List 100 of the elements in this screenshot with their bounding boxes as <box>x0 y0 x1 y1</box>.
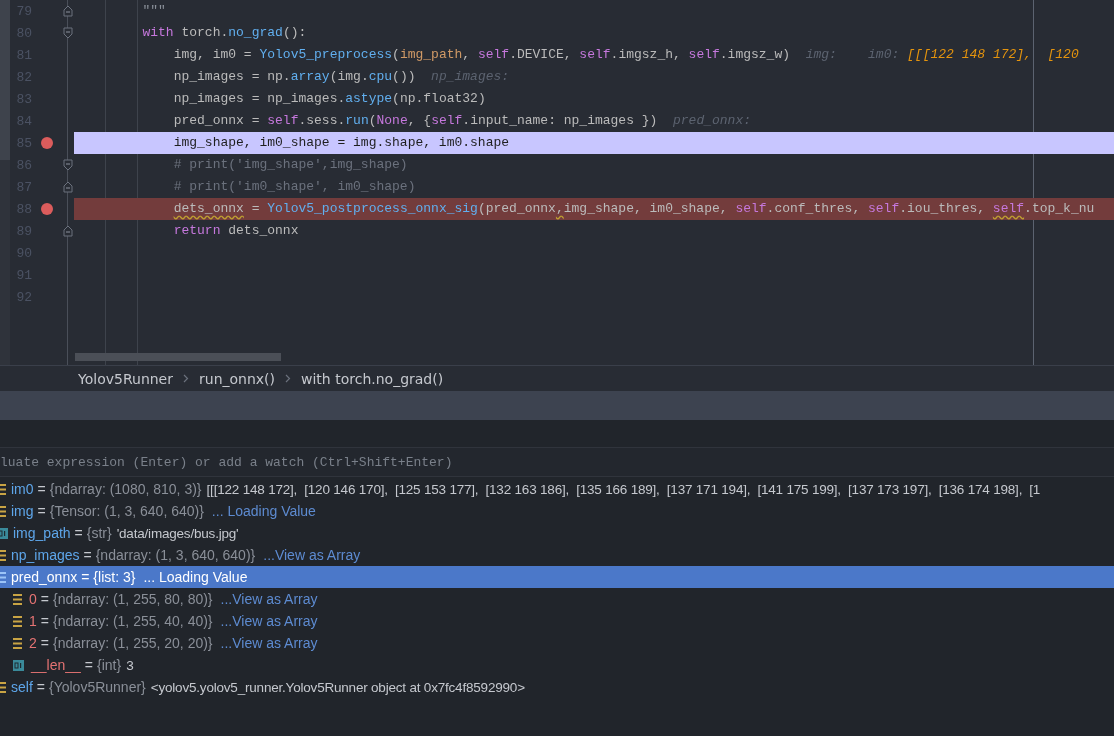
fold-icon[interactable] <box>63 159 73 171</box>
variable-value: 'data/images/bus.jpg' <box>116 525 239 541</box>
equals-sign: = <box>36 679 45 695</box>
inline-value-label: np_images: <box>431 69 510 84</box>
value-link[interactable]: ...View as Array <box>220 591 318 607</box>
code-text: .sess. <box>298 113 346 128</box>
chevron-icon <box>285 374 292 383</box>
tree-row[interactable]: self = {Yolov5Runner} <yolov5.yolov5_runner.Yolov5Runner object at 0x7fc4f8592990> <box>0 676 1114 698</box>
function-name: array <box>290 69 330 84</box>
code-text: .imgsz_h, <box>610 47 682 62</box>
scrollbar-thumb[interactable] <box>75 353 281 361</box>
code-text: .DEVICE, <box>509 47 573 62</box>
tree-row[interactable]: im0 = {ndarray: (1080, 810, 3)} [[[122 148 172], [120 146 170], [125 153 177], [132 163 186], [135 166 189], [137 171 194], [141 175 199], [137 173 197], [136 174 198], [1 <box>0 478 1114 500</box>
value-link[interactable]: ...View as Array <box>263 547 361 563</box>
tree-row[interactable]: 2 = {ndarray: (1, 255, 20, 20)} ...View as Array <box>0 632 1114 654</box>
code-text: , <box>555 201 564 216</box>
code-text: img, im0 = <box>173 47 253 62</box>
breakpoint-icon[interactable] <box>41 203 53 215</box>
code-text: .top_k_nu <box>1024 201 1095 216</box>
variable-type: {ndarray: (1080, 810, 3)} <box>49 481 202 497</box>
value-link[interactable]: ...View as Array <box>220 613 318 629</box>
tree-row[interactable]: img = {Tensor: (1, 3, 640, 640)} ... Loading Value <box>0 500 1114 522</box>
self-keyword: self <box>735 201 767 216</box>
code-text: (img. <box>329 69 369 84</box>
inline-value: [[[122 148 172], [120 <box>907 47 1079 62</box>
inline-value-label: im0: <box>868 47 900 62</box>
function-name: Yolov5_postprocess_onnx_sig <box>267 201 478 216</box>
docstring-quote: """ <box>142 3 166 18</box>
tree-row[interactable]: np_images = {ndarray: (1, 3, 640, 640)} ...View as Array <box>0 544 1114 566</box>
tree-row[interactable]: 1 = {ndarray: (1, 255, 40, 40)} ...View as Array <box>0 610 1114 632</box>
function-name: Yolov5_preprocess <box>259 47 393 62</box>
variable-name: 1 <box>29 613 37 629</box>
code-text: (np.float32) <box>392 91 486 106</box>
breakpoint-icon[interactable] <box>41 137 53 149</box>
variable-value: 3 <box>126 657 134 673</box>
variable-type: {str} <box>86 525 112 541</box>
variable-type: {ndarray: (1, 255, 20, 20)} <box>53 635 213 651</box>
variable-name: img <box>11 503 34 519</box>
code-text: img_shape, im0_shape = img.shape, im0.shape <box>173 135 510 150</box>
equals-sign: = <box>81 569 90 585</box>
code-text: img_shape, im0_shape, <box>563 201 729 216</box>
variable-type: {ndarray: (1, 3, 640, 640)} <box>95 547 256 563</box>
fold-icon[interactable] <box>63 27 73 39</box>
function-name: astype <box>345 91 393 106</box>
fold-icon[interactable] <box>63 5 73 17</box>
equals-sign: = <box>40 635 49 651</box>
variable-value: <yolov5.yolov5_runner.Yolov5Runner object at 0x7fc4f8592990> <box>150 679 525 695</box>
chevron-icon <box>183 374 189 383</box>
equals-sign: = <box>37 503 46 519</box>
code-text: ( <box>368 113 377 128</box>
code-text: (pred_onnx <box>477 201 556 216</box>
tree-row[interactable]: 0 = {ndarray: (1, 255, 80, 80)} ...View as Array <box>0 588 1114 610</box>
variable-type: {Yolov5Runner} <box>49 679 146 695</box>
function-name: run <box>345 113 369 128</box>
code-text: dets_onnx <box>173 201 244 216</box>
breadcrumb-item[interactable]: with torch.no_grad() <box>301 370 444 387</box>
code-text: pred_onnx = <box>173 113 261 128</box>
self-keyword: self <box>267 113 299 128</box>
variable-name: np_images <box>11 547 80 563</box>
self-keyword: self <box>431 113 463 128</box>
variable-name: 2 <box>29 635 37 651</box>
keyword: return <box>173 223 221 238</box>
variable-value: [[[122 148 172], [120 146 170], [125 153 177], [132 163 186], [135 166 189], [137 171 194], [141 175 199], [137 173 197], [136 174 198], [1 <box>206 481 1041 497</box>
code-text: , { <box>407 113 432 128</box>
function-name: no_grad <box>228 25 283 40</box>
breadcrumb-item[interactable]: run_onnx() <box>199 370 276 387</box>
self-keyword: self <box>579 47 611 62</box>
keyword: with <box>142 25 174 40</box>
variable-type: {int} <box>97 657 122 673</box>
variable-name: pred_onnx <box>11 569 78 585</box>
breadcrumb-item[interactable]: Yolov5Runner <box>78 370 173 387</box>
value-link[interactable]: ... Loading Value <box>211 503 316 519</box>
inline-value-label: img: <box>805 47 837 62</box>
function-name: cpu <box>368 69 393 84</box>
value-link[interactable]: ... Loading Value <box>143 569 248 585</box>
code-text: .input_name: np_images }) <box>462 113 658 128</box>
equals-sign: = <box>83 547 92 563</box>
tree-row[interactable]: pred_onnx = {list: 3} ... Loading Value <box>0 566 1114 588</box>
value-link[interactable]: ...View as Array <box>220 635 318 651</box>
fold-icon[interactable] <box>63 225 73 237</box>
fold-icon[interactable] <box>63 181 73 193</box>
code-comment: # print('img_shape',img_shape) <box>173 157 408 172</box>
variable-type: {ndarray: (1, 255, 80, 80)} <box>53 591 213 607</box>
parameter: img_path <box>399 47 463 62</box>
equals-sign: = <box>74 525 83 541</box>
equals-sign: = <box>84 657 93 673</box>
variable-type: {list: 3} <box>93 569 136 585</box>
code-text: .imgsz_w) <box>719 47 791 62</box>
self-keyword: self <box>868 201 900 216</box>
variable-type: {Tensor: (1, 3, 640, 640)} <box>49 503 204 519</box>
inline-value-label: pred_onnx: <box>673 113 751 128</box>
code-text: dets_onnx <box>228 223 299 238</box>
tree-row[interactable]: __len__ = {int} 3 <box>0 654 1114 676</box>
equals-sign: = <box>37 481 46 497</box>
code-text: ( <box>392 47 400 62</box>
tree-row[interactable]: img_path = {str} 'data/images/bus.jpg' <box>0 522 1114 544</box>
code-text: (): <box>282 25 307 40</box>
variable-name: img_path <box>13 525 71 541</box>
code-text: torch. <box>181 25 229 40</box>
code-text: .iou_thres, <box>899 201 987 216</box>
